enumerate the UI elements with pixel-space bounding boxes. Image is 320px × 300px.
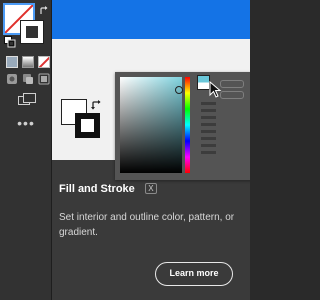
screen-mode-icon[interactable] — [18, 93, 36, 107]
color-picker-illustration — [115, 72, 250, 180]
tooltip-title: Fill and Stroke — [59, 182, 135, 195]
color-marker — [175, 86, 183, 94]
tooltip-description: Set interior and outline color, pattern,… — [59, 212, 235, 238]
swap-fill-stroke-icon[interactable] — [39, 6, 49, 16]
tools-panel: ••• — [0, 0, 52, 300]
tooltip-illustration — [52, 39, 250, 180]
shortcut-key-badge: X — [145, 183, 157, 195]
draw-inside-icon[interactable] — [38, 73, 50, 85]
default-fill-stroke-icon[interactable] — [4, 36, 16, 48]
stroke-swatch[interactable] — [20, 20, 44, 44]
draw-behind-icon[interactable] — [22, 73, 34, 85]
saturation-value-field — [120, 77, 183, 173]
tooltip-accent-bar — [52, 0, 250, 39]
mouse-pointer-icon — [209, 81, 222, 98]
picker-pill — [220, 91, 244, 99]
fill-stroke-tooltip: Fill and Stroke X Set interior and outli… — [52, 0, 250, 300]
picker-rows — [201, 102, 216, 158]
learn-more-button[interactable]: Learn more — [155, 262, 233, 286]
hue-slider — [185, 77, 190, 173]
illustration-swap-icon — [91, 100, 101, 110]
picker-pill — [220, 80, 244, 88]
color-mode-icon[interactable] — [6, 56, 18, 68]
none-mode-icon[interactable] — [38, 56, 50, 68]
tooltip-title-row: Fill and Stroke X — [59, 180, 157, 195]
more-tools-icon[interactable]: ••• — [0, 116, 52, 130]
gradient-mode-icon[interactable] — [22, 56, 34, 68]
draw-normal-icon[interactable] — [6, 73, 18, 85]
illustration-stroke-swatch — [75, 113, 100, 138]
